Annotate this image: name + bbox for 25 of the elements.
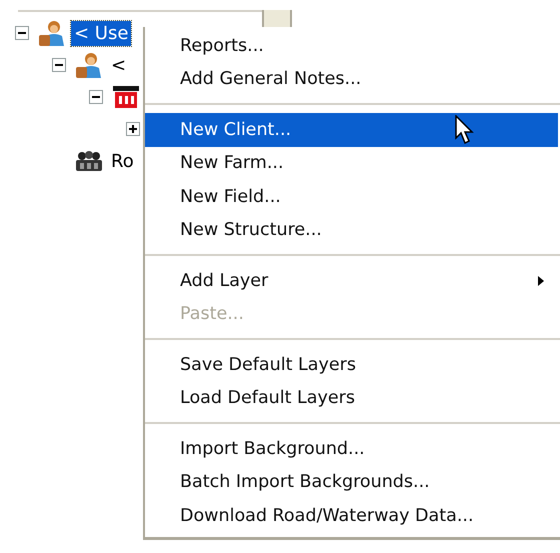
menu-item[interactable]: Download Road/Waterway Data... bbox=[145, 499, 560, 532]
tree-node-label[interactable]: < Use bbox=[71, 20, 132, 46]
submenu-arrow-icon bbox=[538, 276, 544, 286]
menu-item[interactable]: New Field... bbox=[145, 180, 560, 214]
collapse-toggle[interactable] bbox=[89, 90, 103, 104]
tree-node-label[interactable]: < bbox=[108, 52, 130, 78]
menu-item[interactable]: New Structure... bbox=[145, 214, 560, 247]
cursor-icon bbox=[455, 115, 475, 145]
menu-item[interactable]: Reports... bbox=[145, 29, 560, 62]
menu-item[interactable]: Load Default Layers bbox=[145, 382, 560, 415]
menu-item[interactable]: Save Default Layers bbox=[145, 348, 560, 382]
collapse-toggle[interactable] bbox=[15, 26, 29, 40]
person-icon bbox=[37, 19, 67, 47]
group-icon bbox=[74, 150, 104, 172]
menu-item[interactable]: New Client... bbox=[145, 113, 558, 146]
menu-item[interactable]: New Farm... bbox=[145, 146, 560, 180]
person-icon bbox=[74, 51, 104, 79]
barn-icon bbox=[111, 84, 141, 110]
menu-item[interactable]: Batch Import Backgrounds... bbox=[145, 466, 560, 499]
menu-item[interactable]: Add Layer bbox=[145, 264, 560, 298]
expand-toggle[interactable] bbox=[126, 122, 140, 136]
tree-node-label[interactable]: Ro bbox=[108, 148, 137, 174]
collapse-toggle[interactable] bbox=[52, 58, 66, 72]
menu-item[interactable]: Add General Notes... bbox=[145, 62, 560, 96]
menu-item[interactable]: Import Background... bbox=[145, 432, 560, 466]
